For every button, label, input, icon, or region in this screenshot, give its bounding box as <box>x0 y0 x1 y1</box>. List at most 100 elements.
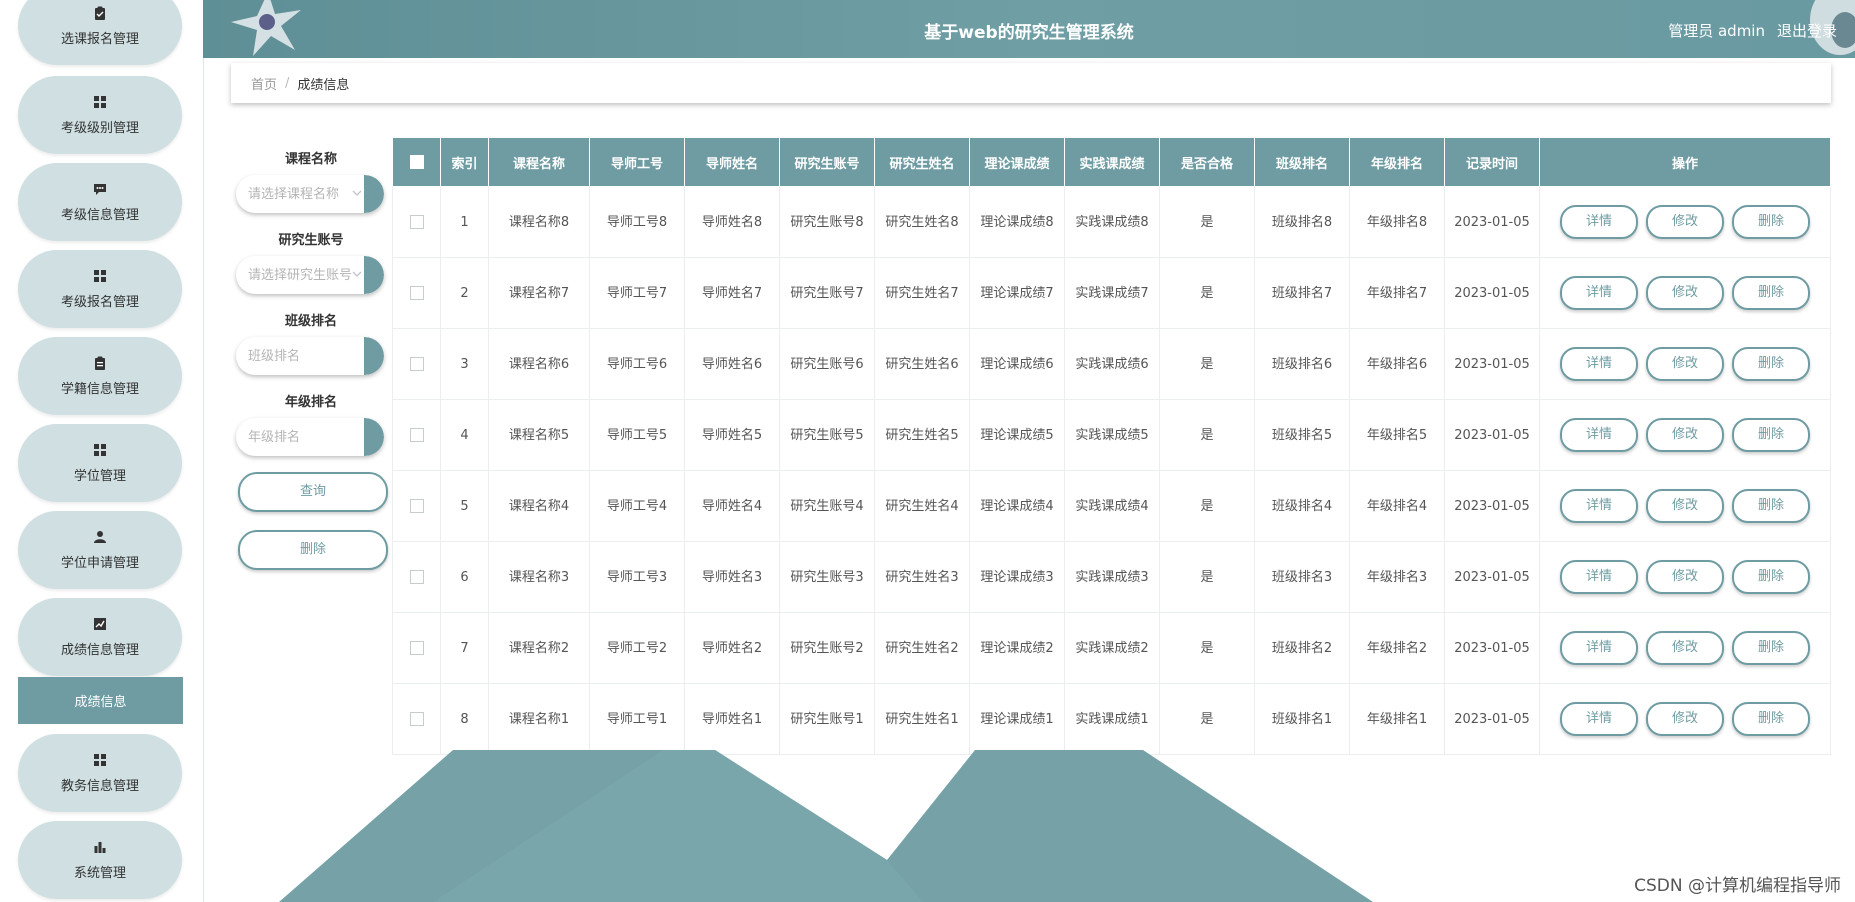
detail-button[interactable]: 详情 <box>1560 418 1638 452</box>
delete-button[interactable]: 删除 <box>1732 489 1810 523</box>
sidebar-item-academic-affairs[interactable]: 教务信息管理 <box>18 734 182 812</box>
course-name-label: 课程名称 <box>284 152 337 167</box>
column-header-index: 索引 <box>440 137 489 187</box>
passed-cell: 是 <box>1159 328 1255 400</box>
edit-button[interactable]: 修改 <box>1646 205 1724 239</box>
sidebar-item-system[interactable]: 系统管理 <box>18 821 182 899</box>
class-rank-cell: 班级排名5 <box>1254 399 1350 471</box>
detail-button[interactable]: 详情 <box>1560 702 1638 736</box>
sidebar-item-degree-application[interactable]: 学位申请管理 <box>18 511 182 589</box>
column-header-class-rank: 班级排名 <box>1254 137 1350 187</box>
column-header-actions: 操作 <box>1539 137 1831 187</box>
sidebar-item-student-status[interactable]: 学籍信息管理 <box>18 337 182 415</box>
row-checkbox[interactable] <box>409 712 424 726</box>
tutor-name-cell: 导师姓名4 <box>684 470 780 542</box>
row-checkbox[interactable] <box>409 428 424 442</box>
select-all-checkbox[interactable] <box>409 155 424 169</box>
index-cell: 1 <box>440 186 489 258</box>
practice-score-cell: 实践课成绩6 <box>1064 328 1160 400</box>
grade-rank-field[interactable] <box>236 418 384 456</box>
edit-button[interactable]: 修改 <box>1646 702 1724 736</box>
edit-button[interactable]: 修改 <box>1646 560 1724 594</box>
student-name-cell: 研究生姓名1 <box>874 683 970 755</box>
class-rank-input[interactable] <box>236 337 364 375</box>
delete-button[interactable]: 删除 <box>1732 560 1810 594</box>
chevron-down-icon <box>352 190 362 196</box>
course-cell: 课程名称1 <box>488 683 590 755</box>
column-header-tutor-name: 导师姓名 <box>684 137 780 187</box>
detail-button[interactable]: 详情 <box>1560 560 1638 594</box>
delete-button[interactable]: 删除 <box>1732 631 1810 665</box>
delete-button[interactable]: 删除 <box>1732 702 1810 736</box>
row-checkbox[interactable] <box>409 357 424 371</box>
row-checkbox[interactable] <box>409 215 424 229</box>
grade-rank-cell: 年级排名3 <box>1349 541 1445 613</box>
theory-score-cell: 理论课成绩4 <box>969 470 1065 542</box>
index-cell: 8 <box>440 683 489 755</box>
actions-cell: 详情 修改 删除 <box>1539 328 1831 400</box>
sidebar-subitem-grade-info[interactable]: 成绩信息 <box>18 677 183 724</box>
detail-button[interactable]: 详情 <box>1560 205 1638 239</box>
row-checkbox[interactable] <box>409 570 424 584</box>
logout-link[interactable]: 退出登录 <box>1777 20 1837 41</box>
student-account-select[interactable] <box>236 256 384 294</box>
sidebar-item-exam-registration[interactable]: 考级报名管理 <box>18 250 182 328</box>
detail-button[interactable]: 详情 <box>1560 347 1638 381</box>
practice-score-cell: 实践课成绩1 <box>1064 683 1160 755</box>
class-rank-cell: 班级排名2 <box>1254 612 1350 684</box>
delete-button[interactable]: 删除 <box>1732 205 1810 239</box>
sidebar-item-exam-info[interactable]: 考级信息管理 <box>18 163 182 241</box>
sidebar-item-degree[interactable]: 学位管理 <box>18 424 182 502</box>
delete-button[interactable]: 删除 <box>1732 347 1810 381</box>
row-select-cell <box>392 541 441 613</box>
course-name-input[interactable] <box>236 175 364 213</box>
sidebar-item-exam-level[interactable]: 考级级别管理 <box>18 76 182 154</box>
student-name-cell: 研究生姓名4 <box>874 470 970 542</box>
grade-rank-input[interactable] <box>236 418 364 456</box>
passed-cell: 是 <box>1159 399 1255 471</box>
passed-cell: 是 <box>1159 470 1255 542</box>
row-select-cell <box>392 470 441 542</box>
course-cell: 课程名称4 <box>488 470 590 542</box>
grade-rank-cell: 年级排名1 <box>1349 683 1445 755</box>
edit-button[interactable]: 修改 <box>1646 347 1724 381</box>
tutor-id-cell: 导师工号1 <box>589 683 685 755</box>
tutor-name-cell: 导师姓名5 <box>684 399 780 471</box>
detail-button[interactable]: 详情 <box>1560 489 1638 523</box>
student-account-input[interactable] <box>236 256 364 294</box>
row-checkbox[interactable] <box>409 641 424 655</box>
row-checkbox[interactable] <box>409 286 424 300</box>
passed-cell: 是 <box>1159 257 1255 329</box>
passed-cell: 是 <box>1159 541 1255 613</box>
index-cell: 2 <box>440 257 489 329</box>
sidebar-item-label: 学位申请管理 <box>60 555 139 571</box>
detail-button[interactable]: 详情 <box>1560 631 1638 665</box>
field-accent <box>364 337 384 375</box>
field-accent <box>364 175 384 213</box>
grade-rank-label: 年级排名 <box>284 395 337 410</box>
edit-button[interactable]: 修改 <box>1646 418 1724 452</box>
class-rank-cell: 班级排名7 <box>1254 257 1350 329</box>
detail-button[interactable]: 详情 <box>1560 276 1638 310</box>
class-rank-field[interactable] <box>236 337 384 375</box>
table-row: 1 课程名称8 导师工号8 导师姓名8 研究生账号8 研究生姓名8 理论课成绩8 实践课成绩8… <box>392 186 1831 258</box>
table-row: 2 课程名称7 导师工号7 导师姓名7 研究生账号7 研究生姓名7 理论课成绩7 实践课成绩7… <box>392 257 1831 329</box>
edit-button[interactable]: 修改 <box>1646 489 1724 523</box>
grade-rank-cell: 年级排名6 <box>1349 328 1445 400</box>
breadcrumb-home[interactable]: 首页 <box>251 74 277 93</box>
grade-rank-cell: 年级排名7 <box>1349 257 1445 329</box>
course-name-select[interactable] <box>236 175 384 213</box>
delete-button[interactable]: 删除 <box>1732 276 1810 310</box>
sidebar-item-course-enrollment[interactable]: 选课报名管理 <box>18 0 182 65</box>
edit-button[interactable]: 修改 <box>1646 276 1724 310</box>
delete-button[interactable]: 删除 <box>1732 418 1810 452</box>
sidebar-item-grade-info[interactable]: 成绩信息管理 <box>18 598 182 676</box>
batch-delete-button[interactable]: 删除 <box>238 530 388 570</box>
query-button[interactable]: 查询 <box>238 472 388 512</box>
sidebar: 选课报名管理 考级级别管理 考级信息管理 考级报名管理 学籍信息管理 学位管理 … <box>0 0 204 902</box>
row-select-cell <box>392 257 441 329</box>
edit-button[interactable]: 修改 <box>1646 631 1724 665</box>
column-header-tutor-id: 导师工号 <box>589 137 685 187</box>
row-checkbox[interactable] <box>409 499 424 513</box>
tutor-id-cell: 导师工号3 <box>589 541 685 613</box>
